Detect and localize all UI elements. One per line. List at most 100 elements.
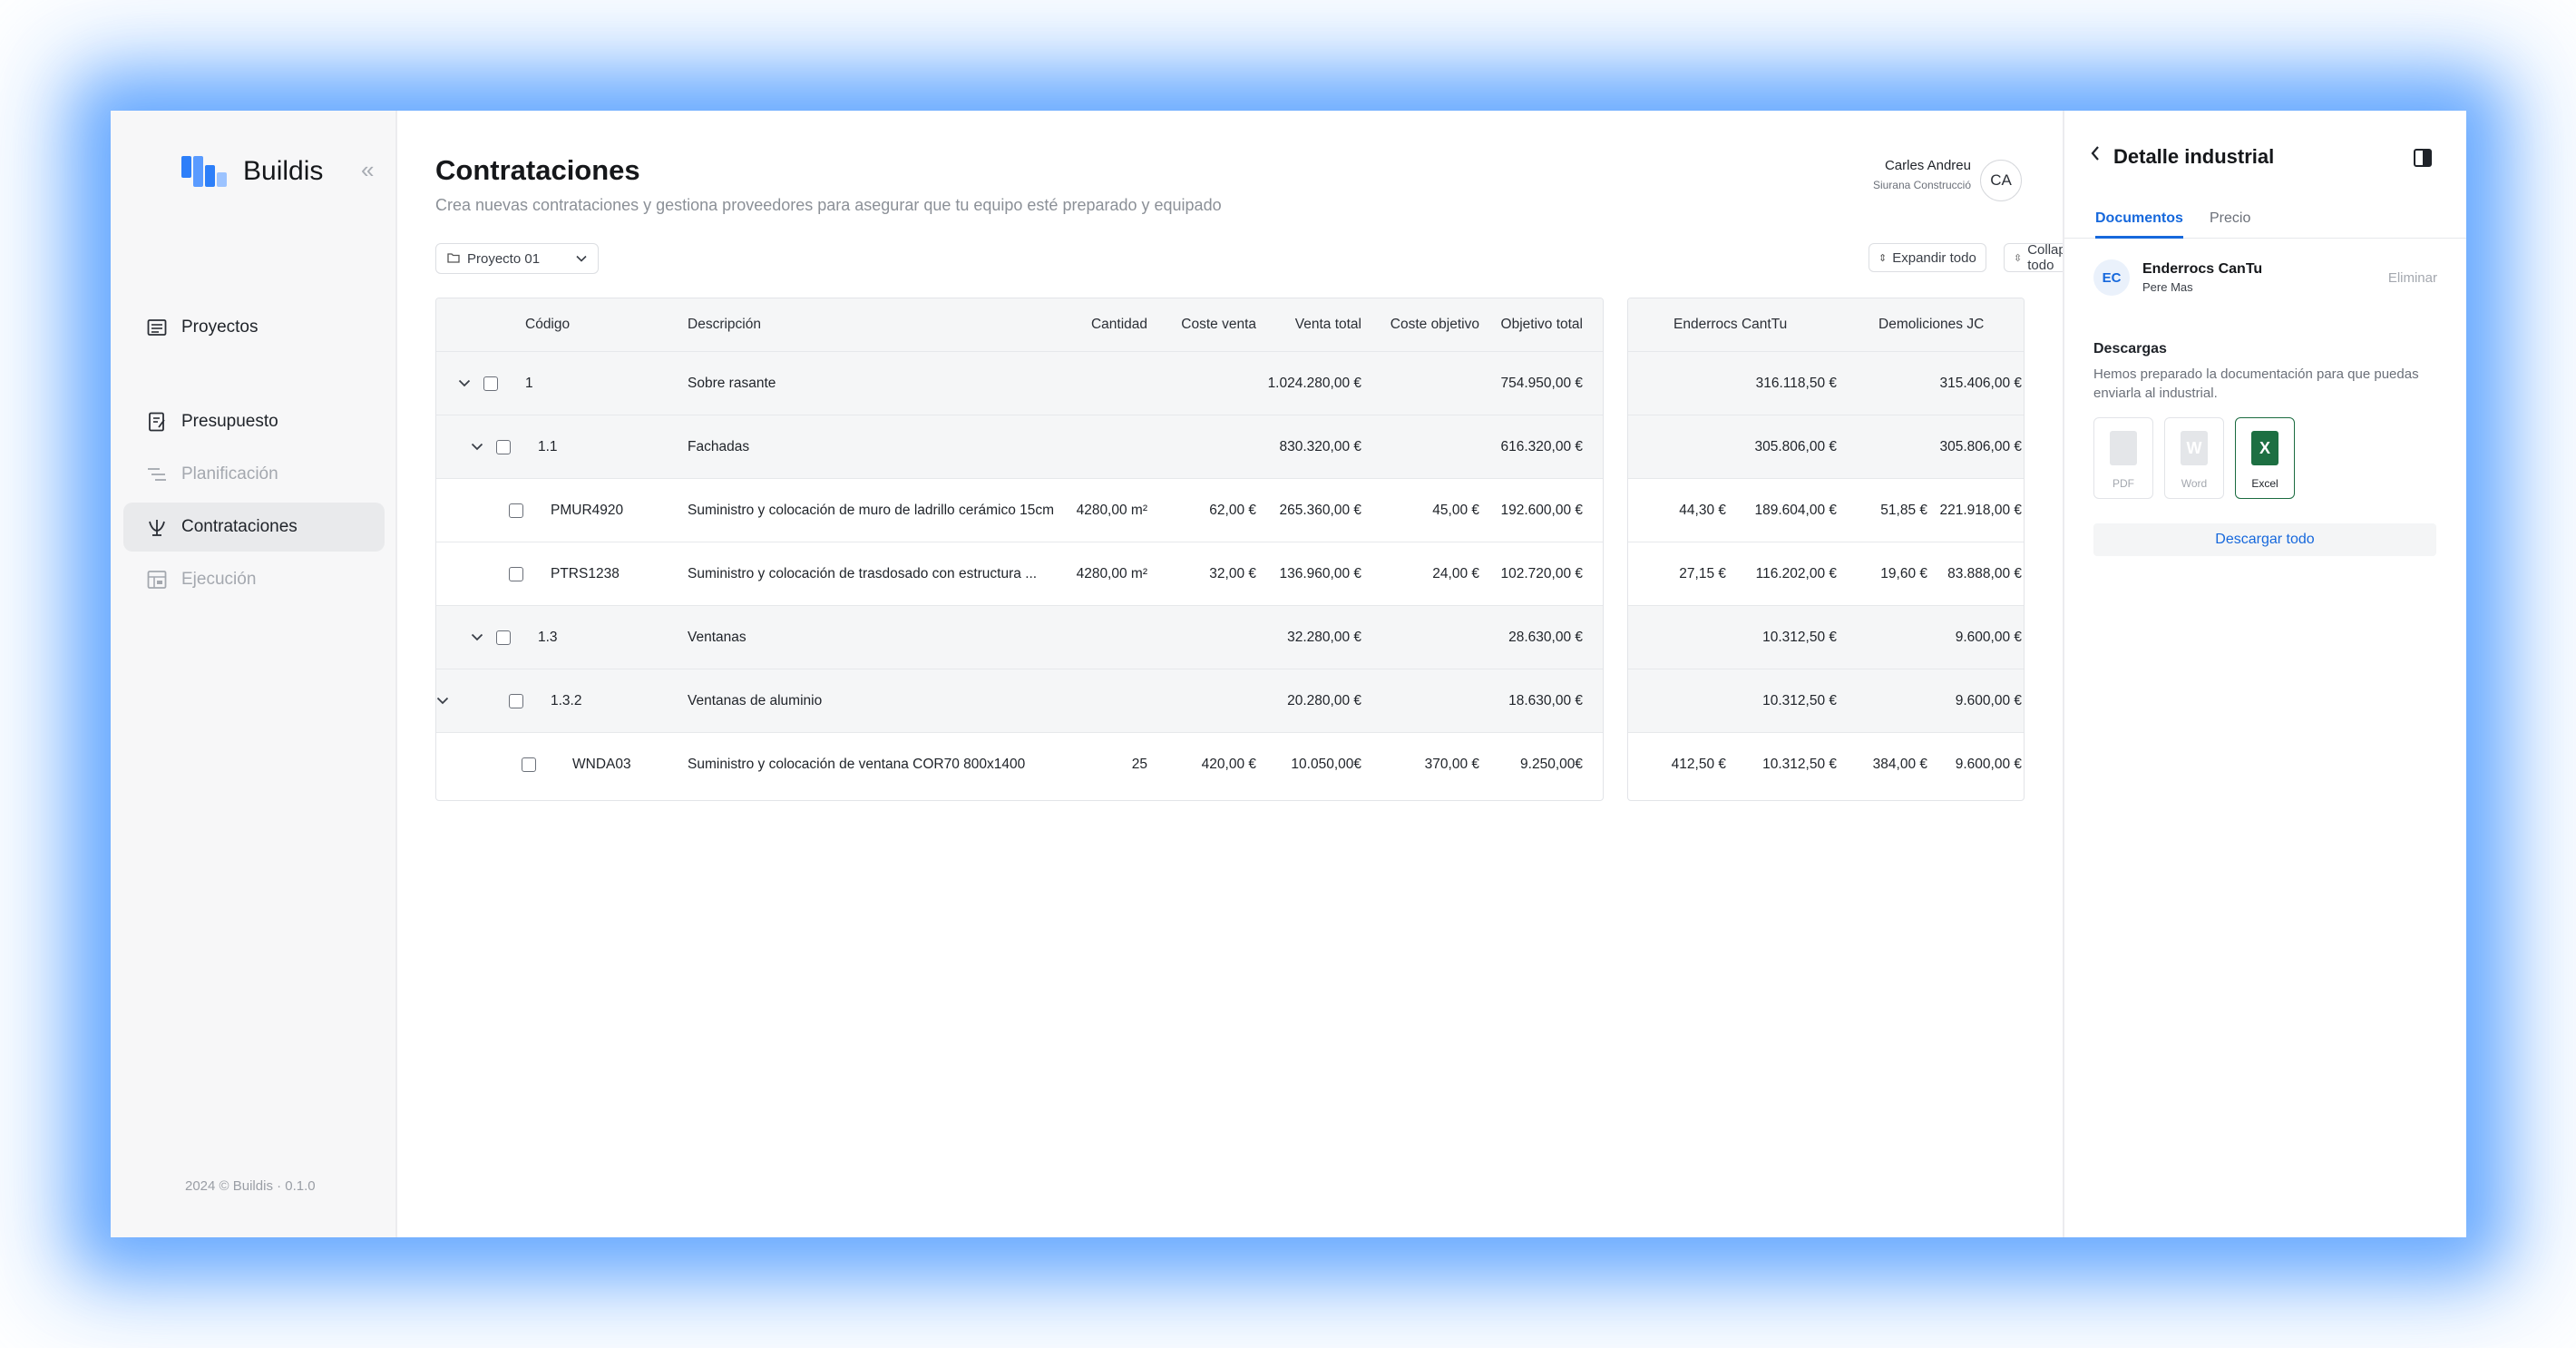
file-label: Word — [2181, 477, 2208, 490]
row-description: Suministro y colocación de trasdosado co… — [688, 565, 1038, 581]
panel-layout-icon[interactable] — [2414, 149, 2432, 167]
table-row[interactable]: 1.3.2 Ventanas de aluminio 20.280,00 € 18.6… — [436, 669, 1603, 732]
expand-icon: ⇕ — [1878, 252, 1888, 264]
row-checkbox[interactable] — [509, 542, 523, 605]
folder-icon — [447, 251, 460, 267]
row-target-total: 102.720,00 € — [1500, 565, 1583, 581]
row-total: 32.280,00 € — [1287, 629, 1361, 645]
row-description: Ventanas — [688, 629, 746, 645]
supplier-b-unit: 19,60 € — [1880, 565, 1927, 581]
row-quantity: 25 — [1131, 756, 1147, 772]
chevron-down-icon[interactable] — [436, 669, 449, 732]
planning-icon — [147, 464, 167, 484]
row-code: 1.3.2 — [551, 692, 582, 708]
execution-icon — [147, 570, 167, 590]
panel-title: Detalle industrial — [2113, 145, 2275, 168]
logo: Buildis — [181, 156, 323, 187]
downloads-description: Hemos preparado la documentación para qu… — [2093, 366, 2419, 401]
chevron-down-icon[interactable] — [471, 415, 483, 478]
supplier-avatar: EC — [2093, 259, 2130, 296]
col-header-codigo: Código — [525, 317, 571, 332]
supplier-row[interactable]: 305.806,00 € 305.806,00 € — [1628, 415, 2024, 478]
tab-precio[interactable]: Precio — [2210, 210, 2250, 227]
row-target-cost: 45,00 € — [1432, 502, 1479, 518]
pdf-file-icon — [2110, 431, 2137, 465]
sidebar-item-planificacion[interactable]: Planificación — [123, 450, 385, 499]
row-quantity — [1035, 606, 1147, 669]
sidebar-item-label: Presupuesto — [181, 412, 278, 431]
row-quantity: 4280,00 m² — [1076, 502, 1147, 518]
row-checkbox[interactable] — [509, 479, 523, 542]
chevron-down-icon[interactable] — [471, 606, 483, 669]
sidebar-item-ejecucion[interactable]: Ejecución — [123, 555, 385, 604]
hiring-icon — [147, 517, 167, 537]
row-quantity — [1035, 669, 1147, 732]
supplier-row[interactable]: 44,30 € 189.604,00 € 51,85 € 221.918,00 € — [1628, 478, 2024, 542]
table-row[interactable]: 1.3 Ventanas 32.280,00 € 28.630,00 € — [436, 605, 1603, 669]
excel-file-option[interactable]: X Excel — [2235, 417, 2295, 499]
user-company: Siurana Construcció — [1872, 179, 1971, 191]
sidebar-item-contrataciones[interactable]: Contrataciones — [123, 503, 385, 552]
avatar[interactable]: CA — [1980, 160, 2022, 201]
row-target-cost — [1371, 352, 1479, 415]
expand-all-button[interactable]: ⇕ Expandir todo — [1869, 243, 1986, 272]
collapse-sidebar-icon[interactable]: « — [361, 156, 374, 184]
supplier-a-unit: 27,15 € — [1679, 565, 1726, 581]
row-checkbox[interactable] — [509, 669, 523, 732]
row-cost — [1153, 352, 1256, 415]
tab-documentos[interactable]: Documentos — [2095, 210, 2183, 239]
table-row[interactable]: 1.1 Fachadas 830.320,00 € 616.320,00 € — [436, 415, 1603, 478]
supplier-a-unit — [1628, 606, 1726, 669]
row-total: 830.320,00 € — [1279, 438, 1361, 454]
detail-panel: Detalle industrial Documentos Precio EC … — [2063, 111, 2466, 1237]
row-cost: 420,00 € — [1201, 756, 1256, 772]
col-header-coste-venta: Coste venta — [1181, 317, 1256, 332]
row-code: PMUR4920 — [551, 502, 624, 518]
supplier-a-total: 116.202,00 € — [1755, 565, 1837, 581]
download-all-button[interactable]: Descargar todo — [2093, 523, 2436, 556]
logo-icon — [181, 156, 229, 187]
project-select[interactable]: Proyecto 01 — [435, 243, 599, 274]
row-total: 265.360,00 € — [1279, 502, 1361, 518]
row-quantity — [1035, 352, 1147, 415]
chevron-down-icon[interactable] — [458, 352, 471, 415]
row-quantity — [1035, 415, 1147, 478]
word-file-option[interactable]: W Word — [2164, 417, 2224, 499]
table-row[interactable]: 1 Sobre rasante 1.024.280,00 € 754.950,00 € — [436, 351, 1603, 415]
supplier-a-total: 10.312,50 € — [1762, 692, 1837, 708]
back-icon[interactable] — [2090, 145, 2101, 167]
sidebar-item-presupuesto[interactable]: Presupuesto — [123, 397, 385, 446]
supplier-a-total: 10.312,50 € — [1762, 629, 1837, 645]
supplier-row[interactable]: 412,50 € 10.312,50 € 384,00 € 9.600,00 € — [1628, 732, 2024, 796]
col-header-venta-total: Venta total — [1294, 317, 1361, 332]
table-row[interactable]: WNDA03 Suministro y colocación de ventana… — [436, 732, 1603, 796]
row-total: 1.024.280,00 € — [1267, 375, 1361, 391]
col-header-supplier-a: Enderrocs CantTu — [1673, 317, 1788, 332]
sidebar-item-proyectos[interactable]: Proyectos — [123, 303, 385, 352]
supplier-row[interactable]: 10.312,50 € 9.600,00 € — [1628, 669, 2024, 732]
row-checkbox[interactable] — [496, 606, 511, 669]
row-checkbox[interactable] — [496, 415, 511, 478]
table-row[interactable]: PMUR4920 Suministro y colocación de muro … — [436, 478, 1603, 542]
row-checkbox[interactable] — [483, 352, 498, 415]
row-checkbox[interactable] — [522, 733, 536, 796]
sidebar: Buildis « Proyectos Presupuesto Planific… — [111, 111, 397, 1237]
remove-supplier-button[interactable]: Eliminar — [2388, 270, 2437, 286]
row-target-total: 192.600,00 € — [1500, 502, 1583, 518]
row-target-cost: 370,00 € — [1424, 756, 1479, 772]
pdf-file-option[interactable]: PDF — [2093, 417, 2153, 499]
supplier-b-unit — [1837, 669, 1927, 732]
app-name: Buildis — [243, 156, 324, 186]
supplier-row[interactable]: 27,15 € 116.202,00 € 19,60 € 83.888,00 € — [1628, 542, 2024, 605]
supplier-a-unit: 44,30 € — [1679, 502, 1726, 518]
supplier-row[interactable]: 10.312,50 € 9.600,00 € — [1628, 605, 2024, 669]
excel-file-icon: X — [2251, 431, 2278, 465]
downloads-title: Descargas — [2093, 341, 2167, 357]
table-row[interactable]: PTRS1238 Suministro y colocación de trasd… — [436, 542, 1603, 605]
supplier-row[interactable]: 316.118,50 € 315.406,00 € — [1628, 351, 2024, 415]
col-header-coste-objetivo: Coste objetivo — [1390, 317, 1479, 332]
supplier-a-unit — [1628, 669, 1726, 732]
row-cost: 32,00 € — [1209, 565, 1256, 581]
user-info: Carles Andreu Siurana Construcció — [1873, 158, 1971, 191]
row-code: 1.3 — [538, 629, 558, 645]
